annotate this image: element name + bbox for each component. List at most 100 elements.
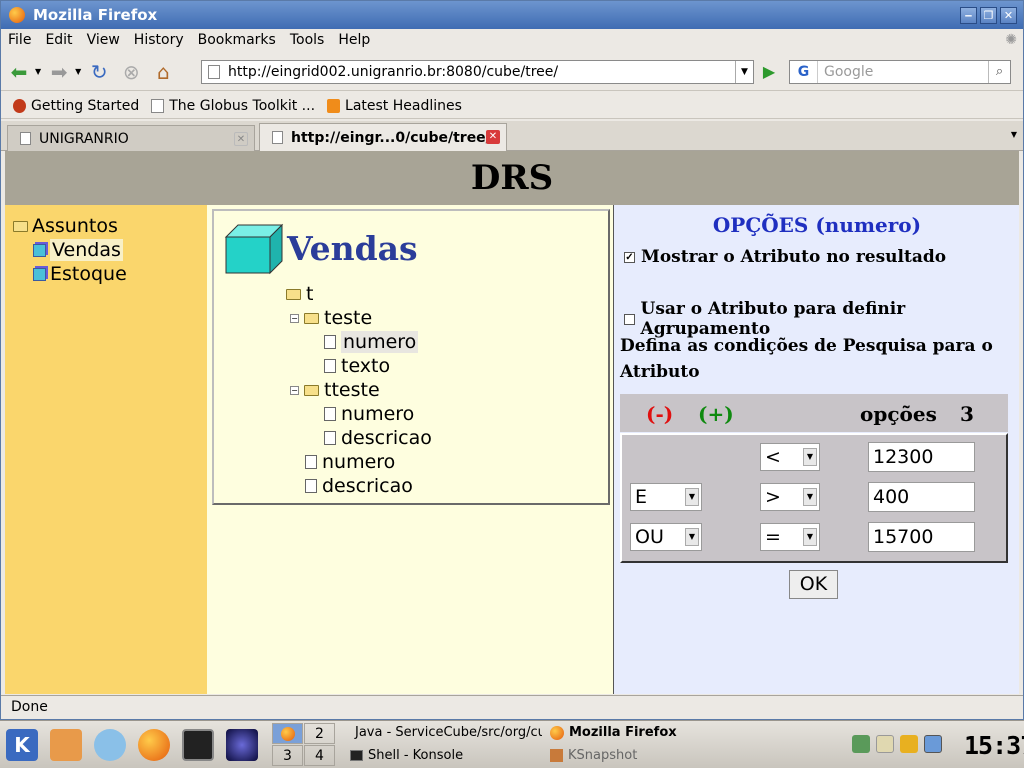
kde-menu-icon[interactable]: K <box>6 729 38 761</box>
collapse-icon[interactable]: − <box>290 313 299 323</box>
logic-select[interactable]: E ▼ <box>630 483 702 511</box>
operator-select[interactable]: > ▼ <box>760 483 820 511</box>
search-icon[interactable]: ⌕ <box>988 61 1010 83</box>
tree-leaf-label: descricao <box>322 475 413 497</box>
stop-button[interactable]: ⊗ <box>117 58 145 86</box>
page-header: DRS <box>5 151 1019 205</box>
page-icon <box>272 131 283 144</box>
forward-button[interactable]: ➡ <box>45 58 73 86</box>
options-title: OPÇÕES (numero) <box>712 213 922 237</box>
terminal-icon[interactable] <box>182 729 214 761</box>
tab-cube-tree[interactable]: http://eingr...0/cube/tree/ ✕ <box>259 123 507 151</box>
operator-select[interactable]: < ▼ <box>760 443 820 471</box>
tree-node-teste[interactable]: − teste <box>290 307 372 329</box>
sidebar: Assuntos Vendas Estoque <box>5 205 207 694</box>
tree-leaf[interactable]: numero <box>324 403 414 425</box>
operator-select[interactable]: = ▼ <box>760 523 820 551</box>
task-ksnapshot[interactable]: KSnapshot <box>550 748 730 763</box>
home-folder-icon[interactable] <box>50 729 82 761</box>
page-icon <box>20 132 31 145</box>
remove-condition-button[interactable]: (-) <box>646 402 673 426</box>
tree-box: Vendas t − teste numero texto − tteste n… <box>212 209 610 505</box>
back-dropdown-icon[interactable]: ▼ <box>35 67 41 76</box>
search-box[interactable]: G Google ⌕ <box>789 60 1011 84</box>
menu-file[interactable]: File <box>1 32 38 48</box>
rss-icon <box>327 98 341 113</box>
go-button[interactable]: ▶ <box>759 62 779 82</box>
forward-dropdown-icon[interactable]: ▼ <box>75 67 81 76</box>
clock[interactable]: 15:37 <box>964 731 1024 760</box>
tab-close-icon[interactable]: ✕ <box>234 132 248 146</box>
tab-unigranrio[interactable]: UNIGRANRIO ✕ <box>7 125 255 151</box>
collapse-icon[interactable]: − <box>290 385 299 395</box>
eclipse-icon[interactable] <box>226 729 258 761</box>
select-value: > <box>765 486 781 508</box>
conditions-header: (-) (+) opções 3 <box>620 394 1008 432</box>
reload-button[interactable]: ↻ <box>85 58 113 86</box>
back-button[interactable]: ⬅ <box>5 58 33 86</box>
menu-help[interactable]: Help <box>331 32 377 48</box>
ok-button[interactable]: OK <box>789 570 838 599</box>
value-input[interactable]: 12300 <box>868 442 975 472</box>
value-input[interactable]: 15700 <box>868 522 975 552</box>
menu-tools[interactable]: Tools <box>283 32 332 48</box>
desktop-3[interactable]: 3 <box>272 745 303 766</box>
document-icon <box>305 455 317 469</box>
bookmarks-toolbar: Getting Started The Globus Toolkit ... L… <box>1 93 1023 119</box>
select-value: < <box>765 446 781 468</box>
klipper-tray-icon[interactable] <box>876 735 894 753</box>
tree-root[interactable]: t <box>286 283 313 305</box>
tree-leaf[interactable]: descricao <box>324 427 432 449</box>
sidebar-root-assuntos[interactable]: Assuntos <box>13 215 118 237</box>
url-dropdown-icon[interactable]: ▼ <box>735 61 753 83</box>
value-input[interactable]: 400 <box>868 482 975 512</box>
terminal-icon <box>350 750 363 761</box>
close-button[interactable]: ✕ <box>1000 7 1017 24</box>
tab-close-icon[interactable]: ✕ <box>486 130 500 144</box>
task-java-eclipse[interactable]: Java - ServiceCube/src/org/cu <box>350 725 542 740</box>
tree-panel: Vendas t − teste numero texto − tteste n… <box>207 205 613 694</box>
add-condition-button[interactable]: (+) <box>698 402 734 426</box>
desktop-2[interactable]: 2 <box>304 723 335 744</box>
task-konsole[interactable]: Shell - Konsole <box>350 748 542 763</box>
document-icon <box>324 431 336 445</box>
kde-taskbar: K 2 3 4 Java - ServiceCube/src/org/cu Mo… <box>0 720 1024 768</box>
title-bar: Mozilla Firefox ‒ ❐ ✕ <box>1 1 1023 29</box>
firefox-icon[interactable] <box>138 729 170 761</box>
tree-leaf[interactable]: numero <box>305 451 395 473</box>
sidebar-item-vendas[interactable]: Vendas <box>33 239 123 261</box>
desktop-1[interactable] <box>272 723 303 744</box>
bookmark-latest-headlines[interactable]: Latest Headlines <box>327 98 462 114</box>
window-title: Mozilla Firefox <box>33 6 158 24</box>
bookmark-globus[interactable]: The Globus Toolkit ... <box>151 98 315 114</box>
show-attribute-checkbox[interactable]: ✓ <box>624 251 635 263</box>
minimize-button[interactable]: ‒ <box>960 7 977 24</box>
cube-icon <box>224 223 284 275</box>
konqueror-icon[interactable] <box>94 729 126 761</box>
menu-view[interactable]: View <box>80 32 127 48</box>
tree-node-tteste[interactable]: − tteste <box>290 379 380 401</box>
update-tray-icon[interactable] <box>900 735 918 753</box>
menu-history[interactable]: History <box>127 32 191 48</box>
task-label: Mozilla Firefox <box>569 725 677 740</box>
menu-edit[interactable]: Edit <box>38 32 79 48</box>
tab-list-dropdown-icon[interactable]: ▼ <box>1011 130 1017 139</box>
sidebar-item-label: Vendas <box>50 239 123 261</box>
menu-bookmarks[interactable]: Bookmarks <box>191 32 283 48</box>
google-engine-icon[interactable]: G <box>790 61 818 83</box>
document-icon <box>324 407 336 421</box>
desktop-4[interactable]: 4 <box>304 745 335 766</box>
group-attribute-checkbox[interactable] <box>624 313 635 325</box>
url-bar[interactable]: http://eingrid002.unigranrio.br:8080/cub… <box>201 60 754 84</box>
maximize-button[interactable]: ❐ <box>980 7 997 24</box>
tree-leaf[interactable]: descricao <box>305 475 413 497</box>
sidebar-item-estoque[interactable]: Estoque <box>33 263 127 285</box>
network-tray-icon[interactable] <box>852 735 870 753</box>
logic-select[interactable]: OU ▼ <box>630 523 702 551</box>
bookmark-getting-started[interactable]: Getting Started <box>13 98 139 114</box>
task-firefox[interactable]: Mozilla Firefox <box>550 725 730 740</box>
tree-leaf[interactable]: numero <box>324 331 419 353</box>
tree-leaf[interactable]: texto <box>324 355 390 377</box>
display-tray-icon[interactable] <box>924 735 942 753</box>
home-button[interactable]: ⌂ <box>149 58 177 86</box>
